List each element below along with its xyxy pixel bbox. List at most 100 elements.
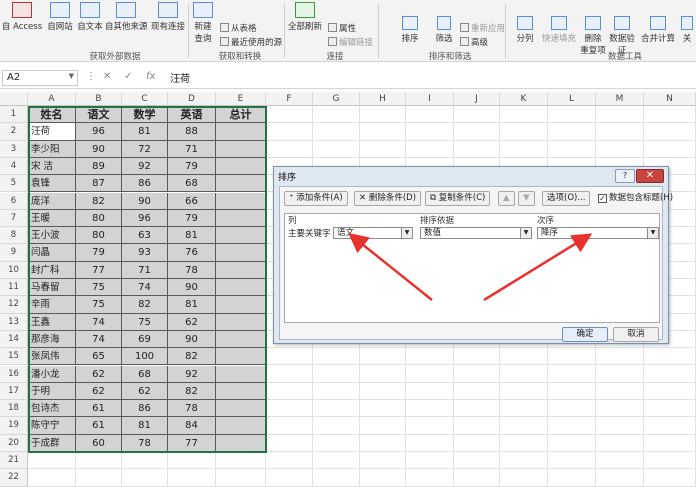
empty-cell[interactable] — [406, 140, 454, 158]
empty-cell[interactable] — [313, 452, 360, 470]
select-all-corner[interactable] — [0, 92, 28, 106]
cancel-icon[interactable]: ✕ — [103, 71, 111, 82]
empty-cell[interactable] — [596, 140, 644, 158]
has-headers-checkbox[interactable]: ✓ 数据包含标题(H) — [598, 191, 673, 203]
total-cell[interactable] — [216, 279, 266, 297]
total-cell[interactable] — [216, 330, 266, 349]
empty-cell[interactable] — [313, 417, 360, 435]
empty-cell[interactable] — [548, 434, 596, 452]
empty-cell[interactable] — [168, 469, 216, 487]
empty-cell[interactable] — [454, 140, 500, 158]
empty-cell[interactable] — [406, 400, 454, 418]
empty-cell[interactable] — [500, 452, 548, 470]
empty-cell[interactable] — [406, 382, 454, 401]
empty-cell[interactable] — [500, 400, 548, 418]
name-cell[interactable]: 于成群 — [28, 434, 76, 452]
empty-cell[interactable] — [644, 452, 696, 470]
score-cell[interactable]: 90 — [168, 330, 216, 349]
column-header-c[interactable]: C — [122, 92, 168, 106]
empty-cell[interactable] — [500, 434, 548, 452]
score-cell[interactable]: 74 — [122, 279, 168, 297]
name-cell[interactable]: 辛雨 — [28, 296, 76, 314]
empty-cell[interactable] — [548, 140, 596, 158]
filter-button[interactable]: 筛选 — [430, 14, 458, 44]
consolidate-button[interactable]: 合并计算 — [638, 14, 678, 44]
chevron-down-icon[interactable]: ▼ — [647, 228, 658, 238]
score-cell[interactable]: 81 — [122, 417, 168, 435]
empty-cell[interactable] — [596, 106, 644, 124]
score-cell[interactable]: 75 — [76, 279, 122, 297]
empty-cell[interactable] — [360, 348, 406, 366]
score-cell[interactable]: 72 — [122, 140, 168, 158]
empty-cell[interactable] — [360, 417, 406, 435]
score-cell[interactable]: 78 — [168, 400, 216, 418]
function-icon[interactable]: fx — [146, 71, 155, 82]
empty-cell[interactable] — [644, 106, 696, 124]
empty-cell[interactable] — [548, 400, 596, 418]
name-box[interactable]: A2 ▼ — [2, 70, 78, 86]
score-cell[interactable]: 77 — [168, 434, 216, 452]
name-cell[interactable]: 李少阳 — [28, 140, 76, 158]
formula-content[interactable]: 汪荷 — [170, 70, 190, 85]
empty-cell[interactable] — [266, 123, 313, 141]
score-cell[interactable]: 80 — [76, 227, 122, 245]
cancel-button[interactable]: 取消 — [613, 327, 659, 342]
row-header[interactable]: 12 — [0, 296, 28, 314]
score-cell[interactable]: 86 — [122, 175, 168, 193]
header-cell[interactable]: 姓名 — [28, 106, 76, 124]
empty-cell[interactable] — [500, 123, 548, 141]
total-cell[interactable] — [216, 244, 266, 262]
score-cell[interactable]: 90 — [168, 279, 216, 297]
flash-fill-button[interactable]: 快速填充 — [540, 14, 578, 44]
name-cell[interactable]: 汪荷 — [28, 123, 76, 141]
name-cell[interactable]: 于明 — [28, 382, 76, 401]
empty-cell[interactable] — [644, 469, 696, 487]
name-cell[interactable]: 那彦海 — [28, 330, 76, 349]
move-down-button[interactable]: ▼ — [518, 191, 535, 206]
row-header[interactable]: 11 — [0, 279, 28, 297]
row-header[interactable]: 18 — [0, 400, 28, 418]
empty-cell[interactable] — [548, 348, 596, 366]
empty-cell[interactable] — [76, 469, 122, 487]
empty-cell[interactable] — [216, 469, 266, 487]
empty-cell[interactable] — [548, 382, 596, 401]
from-access-button[interactable]: 自 Access — [0, 0, 44, 32]
sort-button[interactable]: 排序 — [396, 14, 424, 44]
order-select[interactable]: 降序 ▼ — [537, 227, 659, 239]
empty-cell[interactable] — [266, 434, 313, 452]
empty-cell[interactable] — [313, 469, 360, 487]
empty-cell[interactable] — [454, 365, 500, 383]
total-cell[interactable] — [216, 434, 266, 452]
total-cell[interactable] — [216, 140, 266, 158]
empty-cell[interactable] — [266, 365, 313, 383]
empty-cell[interactable] — [360, 400, 406, 418]
score-cell[interactable]: 62 — [168, 313, 216, 331]
row-header[interactable]: 20 — [0, 434, 28, 452]
empty-cell[interactable] — [500, 365, 548, 383]
empty-cell[interactable] — [454, 106, 500, 124]
empty-cell[interactable] — [548, 365, 596, 383]
empty-cell[interactable] — [28, 469, 76, 487]
score-cell[interactable]: 82 — [168, 382, 216, 401]
score-cell[interactable]: 76 — [168, 244, 216, 262]
empty-cell[interactable] — [406, 434, 454, 452]
score-cell[interactable]: 62 — [76, 382, 122, 401]
empty-cell[interactable] — [360, 123, 406, 141]
empty-cell[interactable] — [644, 348, 696, 366]
row-header[interactable]: 22 — [0, 469, 28, 487]
row-header[interactable]: 3 — [0, 140, 28, 158]
score-cell[interactable]: 81 — [168, 296, 216, 314]
total-cell[interactable] — [216, 365, 266, 383]
empty-cell[interactable] — [406, 348, 454, 366]
empty-cell[interactable] — [313, 382, 360, 401]
score-cell[interactable]: 61 — [76, 417, 122, 435]
empty-cell[interactable] — [266, 452, 313, 470]
total-cell[interactable] — [216, 261, 266, 279]
empty-cell[interactable] — [454, 382, 500, 401]
empty-cell[interactable] — [500, 382, 548, 401]
score-cell[interactable]: 60 — [76, 434, 122, 452]
empty-cell[interactable] — [360, 106, 406, 124]
empty-cell[interactable] — [596, 469, 644, 487]
row-header[interactable]: 4 — [0, 157, 28, 176]
empty-cell[interactable] — [644, 140, 696, 158]
